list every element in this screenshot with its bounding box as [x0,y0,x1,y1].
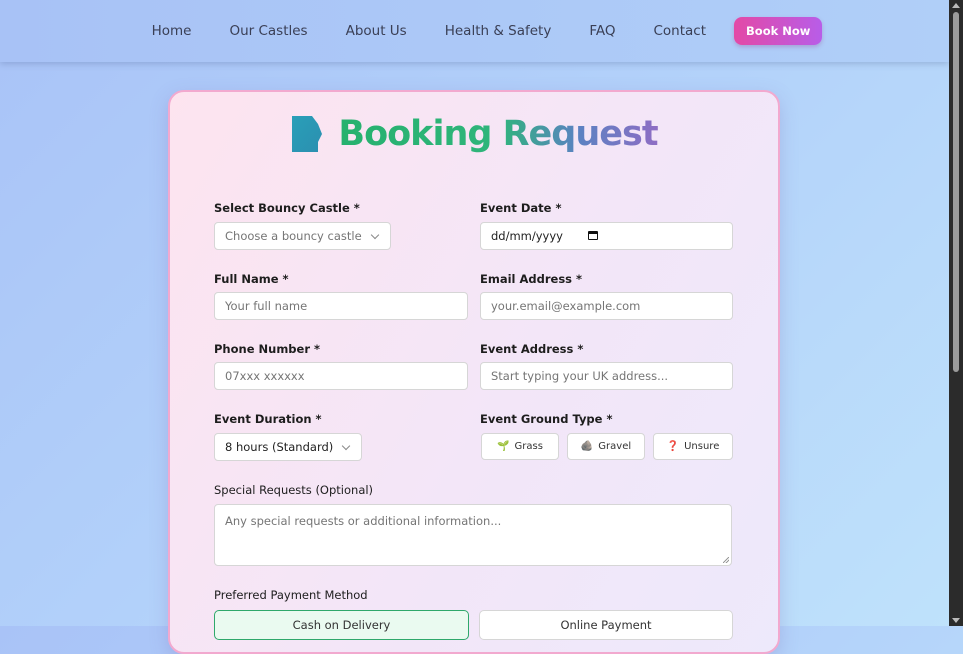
nav-link-health-safety[interactable]: Health & Safety [445,23,552,39]
ground-type-label: Event Ground Type * [480,412,613,426]
ground-option-label: Grass [514,441,543,452]
scroll-thumb[interactable] [953,12,959,372]
scrollbar[interactable] [949,0,963,626]
event-date-input[interactable]: dd/mm/yyyy [480,222,733,250]
book-now-button[interactable]: Book Now [734,17,823,45]
special-requests-placeholder: Any special requests or additional infor… [225,514,502,528]
nav-links: Home Our Castles About Us Health & Safet… [133,17,823,45]
full-name-placeholder: Your full name [225,299,308,313]
special-requests-label: Special Requests (Optional) [214,483,374,497]
duration-label: Event Duration * [214,412,322,426]
phone-label: Phone Number * [214,342,321,356]
event-date-label: Event Date * [480,201,562,215]
nav-link-contact[interactable]: Contact [654,23,707,39]
event-date-value: dd/mm/yyyy [491,229,563,243]
address-placeholder: Start typing your UK address... [491,369,669,383]
question-icon: ❓ [666,441,680,452]
address-label: Event Address * [480,342,584,356]
duration-select[interactable]: 8 hours (Standard) [214,433,362,461]
form-header: Booking Request [170,114,778,154]
rock-icon: 🪨 [580,441,594,452]
payment-option-online[interactable]: Online Payment [479,610,733,640]
full-name-input[interactable]: Your full name [214,292,468,320]
chevron-down-icon [342,441,351,451]
payment-option-label: Online Payment [560,618,652,632]
nav-link-faq[interactable]: FAQ [589,23,615,39]
phone-placeholder: 07xxx xxxxxx [225,369,305,383]
ground-option-grass[interactable]: 🌱 Grass [481,433,559,460]
address-input[interactable]: Start typing your UK address... [480,362,733,390]
duration-value: 8 hours (Standard) [225,440,334,454]
scroll-up-arrow-icon[interactable] [952,3,960,8]
seedling-icon: 🌱 [497,441,510,452]
document-icon [292,116,323,152]
special-requests-textarea[interactable]: Any special requests or additional infor… [214,504,732,566]
resize-handle[interactable] [723,557,729,563]
castle-label: Select Bouncy Castle * [214,201,360,215]
nav-link-our-castles[interactable]: Our Castles [229,23,307,39]
ground-option-unsure[interactable]: ❓ Unsure [653,433,733,460]
scroll-down-arrow-icon[interactable] [952,618,960,623]
phone-input[interactable]: 07xxx xxxxxx [214,362,468,390]
calendar-icon[interactable] [588,231,598,240]
nav-link-home[interactable]: Home [152,23,192,39]
ground-option-label: Gravel [598,441,632,452]
navbar: Home Our Castles About Us Health & Safet… [0,0,949,62]
nav-link-about-us[interactable]: About Us [346,23,407,39]
chevron-down-icon [370,230,379,240]
email-label: Email Address * [480,272,583,286]
castle-select[interactable]: Choose a bouncy castle [214,222,391,250]
payment-method-label: Preferred Payment Method [214,588,368,602]
full-name-label: Full Name * [214,272,289,286]
castle-select-value: Choose a bouncy castle [225,229,362,243]
payment-option-cash[interactable]: Cash on Delivery [214,610,469,640]
payment-option-label: Cash on Delivery [292,618,391,632]
ground-option-gravel[interactable]: 🪨 Gravel [567,433,645,460]
email-input[interactable]: your.email@example.com [480,292,733,320]
form-title: Booking Request [338,114,658,154]
email-placeholder: your.email@example.com [491,299,641,313]
ground-option-label: Unsure [684,441,720,452]
